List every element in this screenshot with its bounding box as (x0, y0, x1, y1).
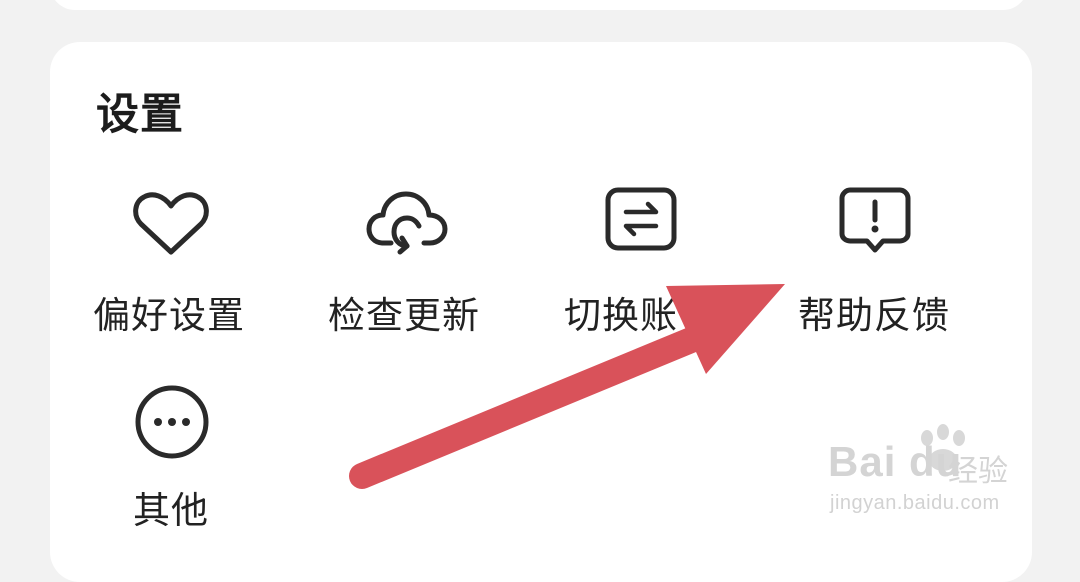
preferences-label: 偏好设置 (93, 294, 245, 337)
switch-account-label: 切换账 (564, 294, 678, 337)
switch-account-icon (605, 187, 677, 251)
cloud-refresh-icon (366, 191, 448, 255)
heart-icon (133, 192, 209, 255)
help-feedback-label: 帮助反馈 (798, 294, 950, 337)
other-label: 其他 (133, 489, 209, 532)
watermark: Bai du 经验 jingyan.baidu.com (828, 424, 1028, 530)
previous-card (50, 0, 1028, 10)
watermark-url: jingyan.baidu.com (830, 492, 1000, 514)
section-title: 设置 (96, 90, 184, 140)
watermark-brand: Bai du (828, 438, 963, 485)
more-icon (135, 385, 209, 459)
watermark-suffix: 经验 (948, 455, 1008, 488)
feedback-icon (839, 187, 911, 253)
check-update-label: 检查更新 (328, 294, 480, 337)
